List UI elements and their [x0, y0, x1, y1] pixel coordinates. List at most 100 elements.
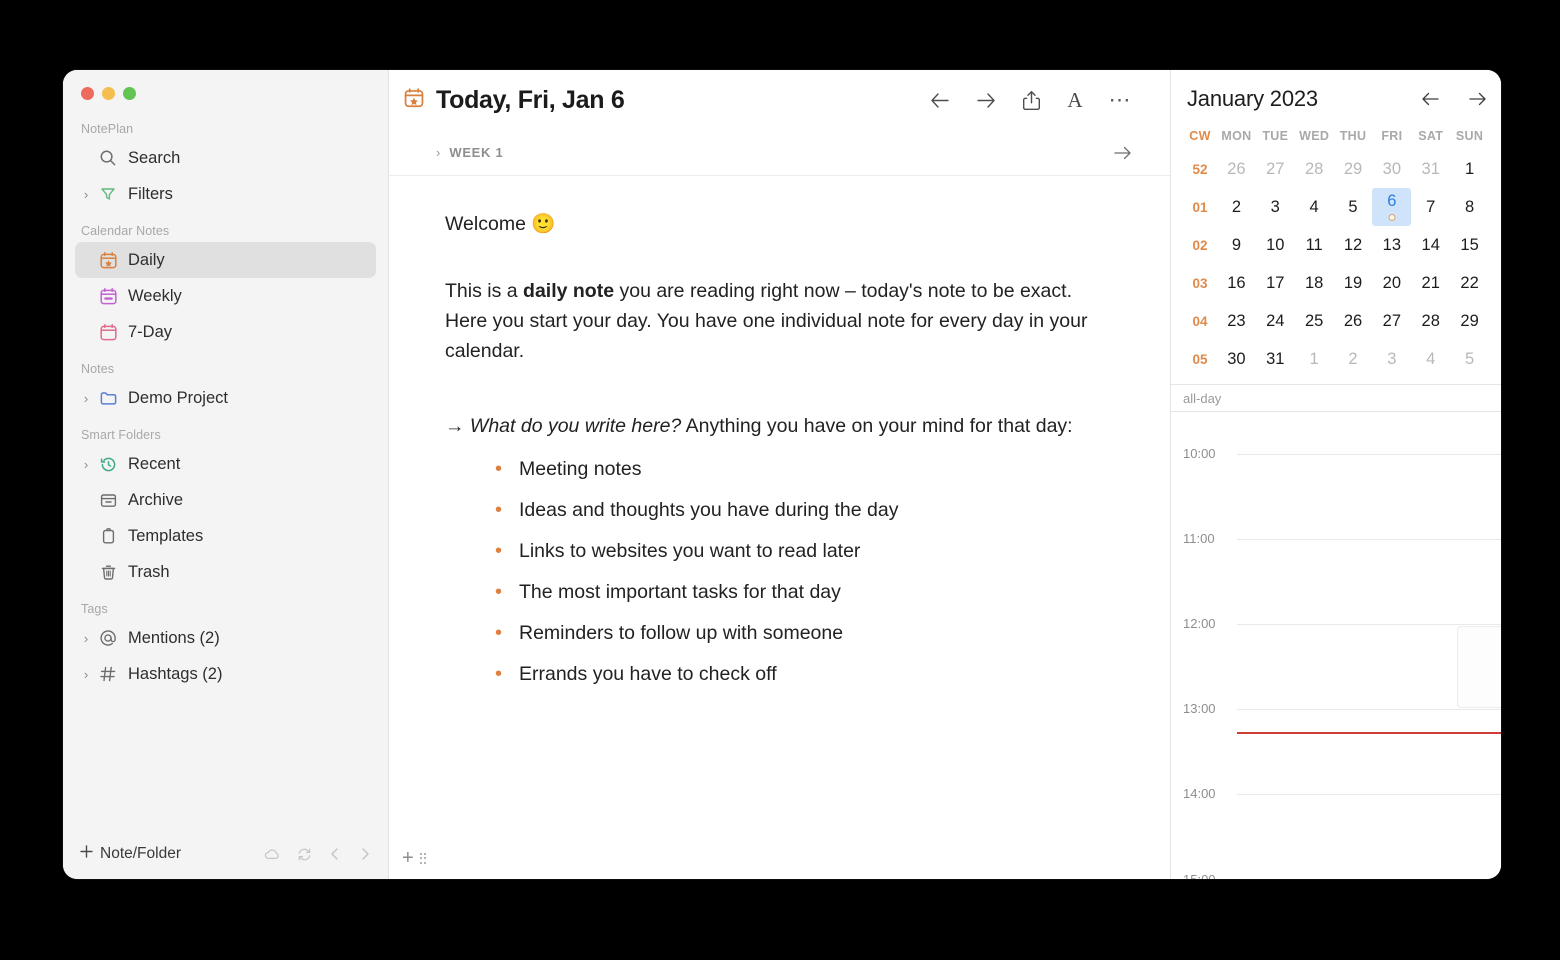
- calendar-day-cell[interactable]: 28: [1411, 302, 1450, 340]
- calendar-day-cell[interactable]: 15: [1450, 226, 1489, 264]
- calendar-prev-month-button[interactable]: [1421, 91, 1440, 107]
- calendar-day-cell[interactable]: 26: [1217, 150, 1256, 188]
- chevron-right-icon[interactable]: ›: [77, 458, 95, 471]
- calendar-day-cell[interactable]: 2: [1217, 188, 1256, 226]
- arrow-right-icon[interactable]: [1113, 145, 1132, 161]
- calendar-next-month-button[interactable]: [1468, 91, 1487, 107]
- calendar-day-cell[interactable]: 26: [1334, 302, 1373, 340]
- calendar-day-cell[interactable]: 28: [1295, 150, 1334, 188]
- sidebar-item-hashtags[interactable]: › Hashtags (2): [75, 656, 376, 692]
- calendar-day-cell[interactable]: 1: [1295, 340, 1334, 378]
- add-block-icon[interactable]: +: [402, 848, 414, 868]
- calendar-day-cell[interactable]: 18: [1295, 264, 1334, 302]
- calendar-day-cell[interactable]: 21: [1411, 264, 1450, 302]
- sidebar-item-archive[interactable]: › Archive: [75, 482, 376, 518]
- chevron-right-icon[interactable]: ›: [77, 188, 95, 201]
- chevron-right-icon[interactable]: ›: [77, 668, 95, 681]
- calendar-day-cell[interactable]: 31: [1256, 340, 1295, 378]
- calendar-day-cell[interactable]: 1: [1450, 150, 1489, 188]
- calendar-day-cell[interactable]: 8: [1450, 188, 1489, 226]
- calendar-event-block[interactable]: [1457, 626, 1501, 708]
- calendar-day-cell[interactable]: 2: [1334, 340, 1373, 378]
- calendar-day-cell[interactable]: 3: [1372, 340, 1411, 378]
- calendar-week-number[interactable]: 03: [1183, 276, 1217, 291]
- calendar-day-cell[interactable]: 16: [1217, 264, 1256, 302]
- calendar-day-cell-today[interactable]: 6: [1372, 188, 1412, 226]
- more-options-icon[interactable]: ⋯: [1109, 88, 1133, 110]
- chevron-right-icon[interactable]: ›: [436, 145, 440, 160]
- sidebar-item-search[interactable]: › Search: [75, 140, 376, 176]
- close-window-button[interactable]: [81, 87, 94, 100]
- list-item[interactable]: • The most important tasks for that day: [445, 581, 1130, 622]
- sidebar-item-mentions[interactable]: › Mentions (2): [75, 620, 376, 656]
- list-item[interactable]: • Reminders to follow up with someone: [445, 622, 1130, 663]
- calendar-day-cell[interactable]: 14: [1411, 226, 1450, 264]
- calendar-day-cell[interactable]: 19: [1334, 264, 1373, 302]
- forward-arrow-icon[interactable]: [976, 92, 996, 109]
- chevron-right-icon[interactable]: ›: [77, 392, 95, 405]
- sidebar-item-templates[interactable]: › Templates: [75, 518, 376, 554]
- calendar-day-cell[interactable]: 29: [1450, 302, 1489, 340]
- calendar-week-number[interactable]: 02: [1183, 238, 1217, 253]
- chevron-left-icon[interactable]: [328, 847, 342, 861]
- calendar-day-cell[interactable]: 22: [1450, 264, 1489, 302]
- chevron-right-icon[interactable]: [358, 847, 372, 861]
- hour-gridline: [1237, 794, 1501, 795]
- sidebar-item-daily[interactable]: › Daily: [75, 242, 376, 278]
- add-note-folder-button[interactable]: Note/Folder: [79, 844, 181, 864]
- all-day-row[interactable]: all-day: [1171, 384, 1501, 412]
- cloud-icon[interactable]: [264, 848, 281, 861]
- current-time-indicator: [1237, 732, 1501, 734]
- calendar-day-cell[interactable]: 7: [1411, 188, 1450, 226]
- calendar-day-cell[interactable]: 11: [1295, 226, 1334, 264]
- window-traffic-lights: [63, 70, 388, 114]
- share-icon[interactable]: [1022, 90, 1041, 111]
- calendar-day-cell[interactable]: 30: [1217, 340, 1256, 378]
- list-item[interactable]: • Errands you have to check off: [445, 663, 1130, 704]
- sidebar-item-7-day[interactable]: › 7-Day: [75, 314, 376, 350]
- calendar-day-cell[interactable]: 12: [1334, 226, 1373, 264]
- sidebar-item-weekly[interactable]: › Weekly: [75, 278, 376, 314]
- note-toolbar: A ⋯: [930, 88, 1132, 113]
- calendar-day-cell[interactable]: 3: [1256, 188, 1295, 226]
- calendar-day-cell[interactable]: 31: [1411, 150, 1450, 188]
- calendar-day-cell[interactable]: 20: [1372, 264, 1411, 302]
- chevron-right-icon[interactable]: ›: [77, 632, 95, 645]
- calendar-day-cell[interactable]: 13: [1372, 226, 1411, 264]
- sync-icon[interactable]: [297, 847, 312, 862]
- list-item[interactable]: • Ideas and thoughts you have during the …: [445, 499, 1130, 540]
- calendar-day-cell[interactable]: 25: [1295, 302, 1334, 340]
- calendar-day-cell[interactable]: 17: [1256, 264, 1295, 302]
- calendar-day-cell[interactable]: 30: [1372, 150, 1411, 188]
- calendar-day-cell[interactable]: 4: [1411, 340, 1450, 378]
- calendar-day-cell[interactable]: 9: [1217, 226, 1256, 264]
- week-collapsible-row[interactable]: › WEEK 1: [389, 130, 1170, 176]
- minimize-window-button[interactable]: [102, 87, 115, 100]
- calendar-week-number[interactable]: 04: [1183, 314, 1217, 329]
- sidebar-item-trash[interactable]: › Trash: [75, 554, 376, 590]
- calendar-week-number[interactable]: 05: [1183, 352, 1217, 367]
- calendar-day-cell[interactable]: 27: [1256, 150, 1295, 188]
- drag-handle-icon[interactable]: [419, 852, 427, 864]
- calendar-day-cell[interactable]: 23: [1217, 302, 1256, 340]
- zoom-window-button[interactable]: [123, 87, 136, 100]
- note-body[interactable]: Welcome 🙂 This is a daily note you are r…: [389, 176, 1170, 879]
- format-text-icon[interactable]: A: [1067, 88, 1082, 113]
- calendar-day-cell[interactable]: 5: [1334, 188, 1373, 226]
- calendar-day-cell[interactable]: 29: [1334, 150, 1373, 188]
- list-item[interactable]: • Links to websites you want to read late…: [445, 540, 1130, 581]
- calendar-week-number[interactable]: 52: [1183, 162, 1217, 177]
- sidebar-item-demo-project[interactable]: › Demo Project: [75, 380, 376, 416]
- calendar-week-number[interactable]: 01: [1183, 200, 1217, 215]
- day-timeline-grid[interactable]: 10:00 11:00 12:00 13:00 14:00 15:00: [1171, 412, 1501, 879]
- calendar-day-cell[interactable]: 5: [1450, 340, 1489, 378]
- calendar-day-cell[interactable]: 27: [1372, 302, 1411, 340]
- sidebar-item-recent[interactable]: › Recent: [75, 446, 376, 482]
- calendar-day-cell[interactable]: 4: [1295, 188, 1334, 226]
- note-paragraph-1: This is a daily note you are reading rig…: [445, 276, 1115, 366]
- calendar-day-cell[interactable]: 24: [1256, 302, 1295, 340]
- list-item[interactable]: • Meeting notes: [445, 458, 1130, 499]
- calendar-day-cell[interactable]: 10: [1256, 226, 1295, 264]
- sidebar-item-filters[interactable]: › Filters: [75, 176, 376, 212]
- back-arrow-icon[interactable]: [930, 92, 950, 109]
